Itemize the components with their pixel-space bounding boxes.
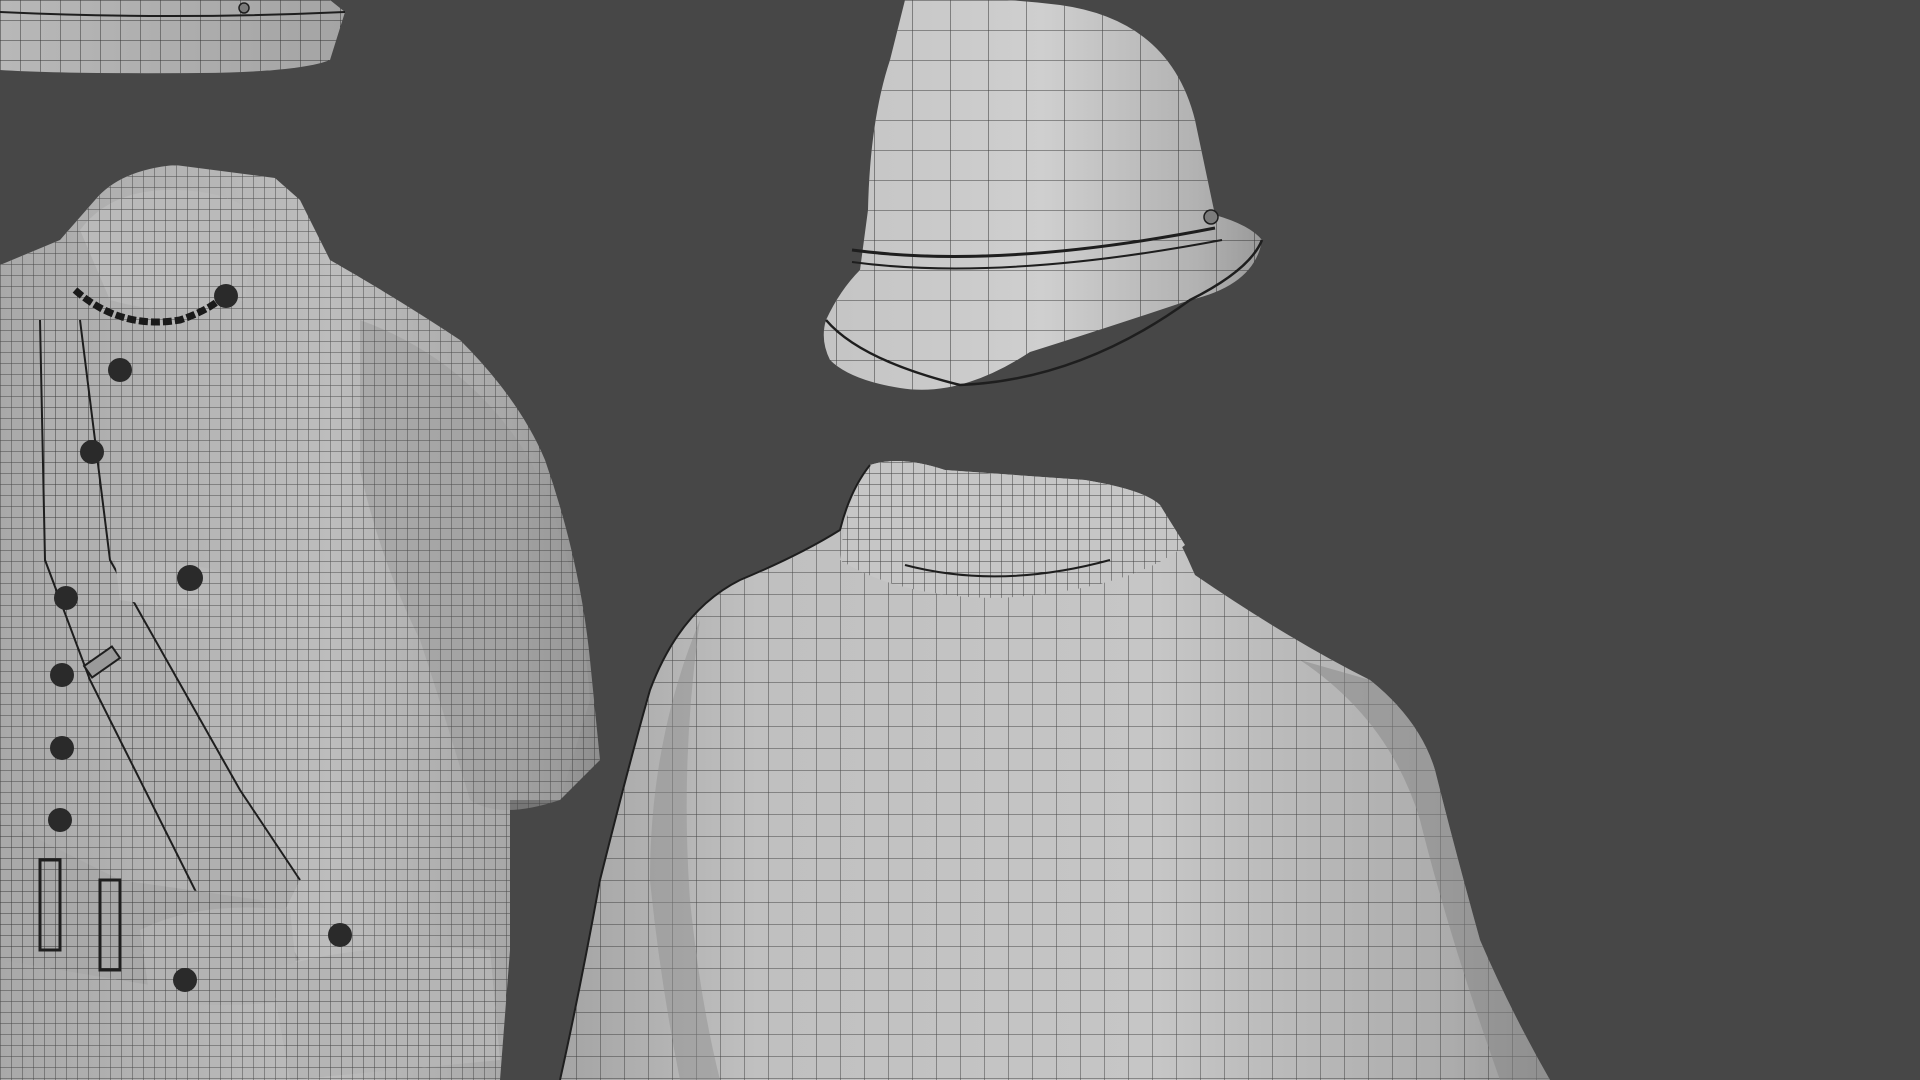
hat-partial-mesh[interactable] xyxy=(0,0,346,74)
hat-rivet xyxy=(238,2,250,14)
jacket-mesh[interactable] xyxy=(0,165,600,1080)
cape-mesh[interactable] xyxy=(559,461,1550,1080)
scene-canvas[interactable] xyxy=(0,0,1920,1080)
3d-viewport[interactable] xyxy=(0,0,1920,1080)
helmet-rivet xyxy=(1203,209,1219,225)
helmet-mesh[interactable] xyxy=(823,0,1264,390)
